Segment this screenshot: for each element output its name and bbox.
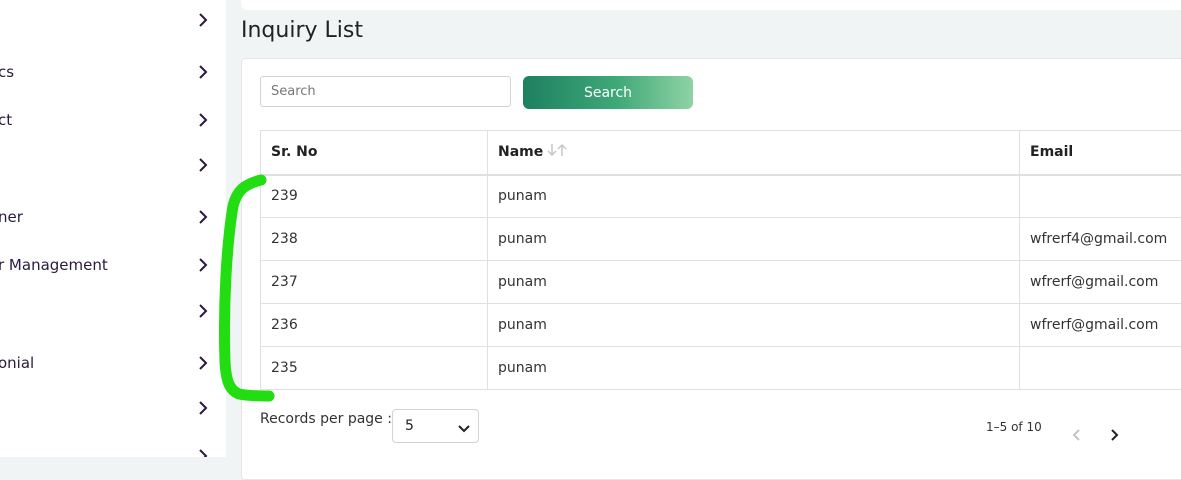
sidebar-item[interactable]: onial — [0, 339, 226, 387]
cell-email: wfrerf@gmail.com — [1020, 304, 1181, 347]
chevron-right-icon — [196, 449, 210, 457]
chevron-down-icon — [458, 422, 470, 438]
sidebar-item-label: ner — [0, 208, 23, 226]
chevron-right-icon — [196, 304, 210, 318]
inquiry-table: Sr. No Name Email 239 punam 238 punam wf… — [260, 130, 1181, 390]
cell-sr-no: 237 — [261, 261, 488, 304]
cell-email: wfrerf4@gmail.com — [1020, 218, 1181, 261]
cell-email — [1020, 347, 1181, 390]
records-per-page-label: Records per page : — [260, 411, 392, 427]
table-row[interactable]: 239 punam — [261, 175, 1181, 218]
column-header-name[interactable]: Name — [488, 131, 1020, 175]
table-row[interactable]: 235 punam — [261, 347, 1181, 390]
cell-name: punam — [488, 261, 1020, 304]
cell-sr-no: 238 — [261, 218, 488, 261]
cell-email — [1020, 175, 1181, 218]
cell-name: punam — [488, 175, 1020, 218]
inquiry-card: Search Sr. No Name Email 239 punam 238 p… — [241, 58, 1181, 480]
pagination-range: 1–5 of 10 — [986, 420, 1042, 434]
chevron-right-icon — [196, 158, 210, 172]
sidebar-item[interactable]: r Management — [0, 241, 226, 289]
search-input[interactable] — [260, 76, 511, 107]
records-per-page-value: 5 — [405, 418, 414, 434]
cell-email: wfrerf@gmail.com — [1020, 261, 1181, 304]
column-header-email[interactable]: Email — [1020, 131, 1181, 175]
sidebar-item-label: onial — [0, 354, 34, 372]
sidebar-item[interactable] — [0, 287, 226, 335]
sidebar-item[interactable]: ct — [0, 96, 226, 144]
sidebar-item[interactable]: ner — [0, 193, 226, 241]
sidebar-item[interactable] — [0, 0, 226, 44]
chevron-right-icon — [196, 210, 210, 224]
cell-sr-no: 236 — [261, 304, 488, 347]
column-header-label: Email — [1030, 144, 1073, 160]
sidebar-item[interactable] — [0, 384, 226, 432]
sidebar-item-label: ct — [0, 111, 12, 129]
table-row[interactable]: 236 punam wfrerf@gmail.com — [261, 304, 1181, 347]
page-title: Inquiry List — [241, 18, 363, 43]
column-header-sr-no[interactable]: Sr. No — [261, 131, 488, 175]
chevron-right-icon — [196, 13, 210, 27]
records-per-page-select[interactable]: 5 — [392, 409, 479, 443]
sidebar-item-label: r Management — [0, 256, 108, 274]
table-header-row: Sr. No Name Email — [261, 131, 1181, 175]
cell-sr-no: 239 — [261, 175, 488, 218]
table-row[interactable]: 238 punam wfrerf4@gmail.com — [261, 218, 1181, 261]
cell-name: punam — [488, 218, 1020, 261]
table-row[interactable]: 237 punam wfrerf@gmail.com — [261, 261, 1181, 304]
top-panel — [241, 0, 1181, 10]
chevron-right-icon[interactable] — [1106, 427, 1122, 443]
cell-name: punam — [488, 347, 1020, 390]
sidebar-item-label: cs — [0, 63, 14, 81]
chevron-right-icon — [196, 401, 210, 415]
chevron-right-icon — [196, 258, 210, 272]
chevron-right-icon — [196, 356, 210, 370]
search-button[interactable]: Search — [523, 76, 693, 109]
column-header-label: Name — [498, 144, 543, 160]
column-header-label: Sr. No — [271, 144, 318, 160]
sidebar: cs ct ner r Management onial — [0, 0, 226, 457]
sidebar-item[interactable]: cs — [0, 48, 226, 96]
chevron-right-icon — [196, 113, 210, 127]
sidebar-item[interactable] — [0, 432, 226, 457]
chevron-right-icon — [196, 65, 210, 79]
cell-sr-no: 235 — [261, 347, 488, 390]
chevron-left-icon[interactable] — [1069, 427, 1085, 443]
sort-icon[interactable] — [547, 143, 569, 161]
cell-name: punam — [488, 304, 1020, 347]
sidebar-item[interactable] — [0, 141, 226, 189]
